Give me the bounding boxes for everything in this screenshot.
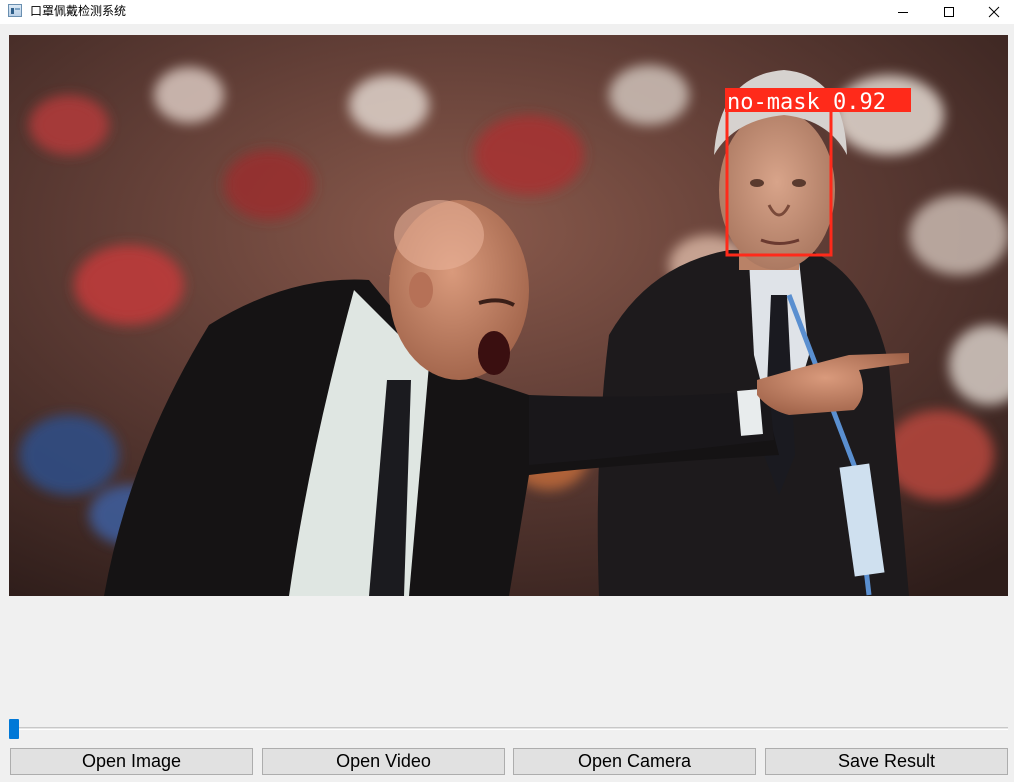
minimize-button[interactable] — [880, 0, 926, 24]
slider-groove — [9, 727, 1008, 730]
open-image-button[interactable]: Open Image — [10, 748, 253, 775]
maximize-button[interactable] — [926, 0, 972, 24]
maximize-icon — [944, 7, 954, 17]
title-bar[interactable]: 口罩佩戴检测系统 — [0, 0, 1014, 24]
close-icon — [988, 6, 1000, 18]
main-window: 口罩佩戴检测系统 no-mask 0.92 Open Image Open Vi… — [0, 0, 1014, 782]
detection-image: no-mask 0.92 — [9, 35, 1008, 596]
window-title: 口罩佩戴检测系统 — [30, 4, 127, 18]
app-icon — [8, 4, 22, 17]
save-result-button[interactable]: Save Result — [765, 748, 1008, 775]
minimize-icon — [898, 12, 908, 13]
image-display: no-mask 0.92 — [9, 35, 1008, 596]
slider-handle[interactable] — [9, 719, 19, 739]
detection-label: no-mask 0.92 — [727, 90, 886, 115]
open-camera-button[interactable]: Open Camera — [513, 748, 756, 775]
open-video-button[interactable]: Open Video — [262, 748, 505, 775]
close-button[interactable] — [971, 0, 1014, 24]
progress-slider[interactable] — [9, 718, 1008, 740]
